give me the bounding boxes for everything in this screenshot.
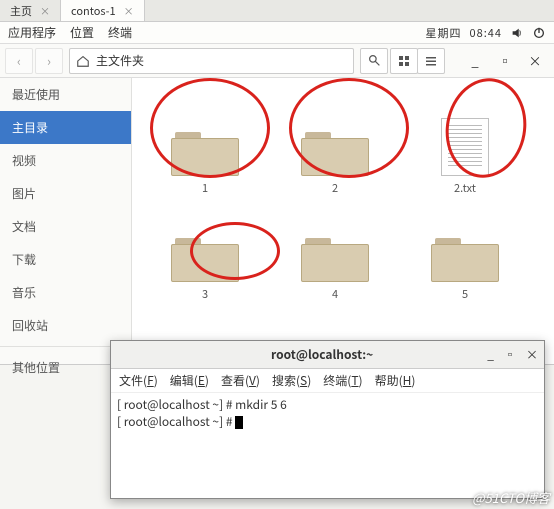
folder-item[interactable]: 1: [140, 90, 270, 196]
list-icon: [425, 55, 437, 67]
folder-item[interactable]: 3: [140, 196, 270, 302]
term-menu-terminal[interactable]: 终端(T): [323, 372, 362, 389]
sidebar-item-pictures[interactable]: 图片: [0, 177, 131, 210]
folder-item[interactable]: 2: [270, 90, 400, 196]
file-label: 4: [332, 286, 338, 302]
file-toolbar: ‹ › 主文件夹 _ ▫ ×: [0, 44, 554, 78]
window-close-button[interactable]: ×: [521, 48, 549, 74]
home-icon: [76, 54, 90, 68]
clock-time: 08:44: [470, 25, 502, 41]
menu-places[interactable]: 位置: [70, 24, 94, 41]
file-grid: 1 2 2.txt 3 4 5: [132, 78, 554, 364]
sidebar-item-downloads[interactable]: 下载: [0, 243, 131, 276]
folder-icon: [171, 234, 239, 282]
folder-icon: [301, 234, 369, 282]
sidebar-item-videos[interactable]: 视频: [0, 144, 131, 177]
sidebar-item-home[interactable]: 主目录: [0, 111, 131, 144]
terminal-cursor: [235, 416, 243, 429]
text-file-icon: [441, 118, 489, 176]
terminal-maximize-button[interactable]: ▫: [504, 346, 516, 363]
view-list-button[interactable]: [417, 48, 445, 74]
sidebar-item-trash[interactable]: 回收站: [0, 309, 131, 342]
close-icon[interactable]: ×: [124, 3, 134, 18]
sidebar-item-music[interactable]: 音乐: [0, 276, 131, 309]
term-menu-edit[interactable]: 编辑(E): [170, 372, 209, 389]
terminal-window: root@localhost:~ _ ▫ × 文件(F) 编辑(E) 查看(V)…: [110, 340, 545, 499]
browser-tabbar: 主页 × contos-1 ×: [0, 0, 554, 22]
window-maximize-button[interactable]: ▫: [491, 48, 519, 74]
view-grid-button[interactable]: [390, 48, 418, 74]
file-label: 5: [462, 286, 468, 302]
path-bar[interactable]: 主文件夹: [69, 48, 354, 74]
file-label: 2.txt: [454, 180, 476, 196]
folder-icon: [301, 128, 369, 176]
tab-label: contos-1: [71, 3, 116, 19]
volume-icon[interactable]: [510, 26, 524, 40]
path-label: 主文件夹: [96, 52, 144, 69]
folder-item[interactable]: 5: [400, 196, 530, 302]
terminal-line: [ root@localhost ~] #: [117, 413, 235, 430]
file-item[interactable]: 2.txt: [400, 90, 530, 196]
menu-terminal[interactable]: 终端: [108, 24, 132, 41]
term-menu-view[interactable]: 查看(V): [221, 372, 260, 389]
grid-icon: [398, 55, 410, 67]
file-label: 3: [202, 286, 208, 302]
tab-contos-1[interactable]: contos-1 ×: [61, 0, 145, 21]
file-label: 1: [202, 180, 208, 196]
folder-icon: [431, 234, 499, 282]
folder-icon: [171, 128, 239, 176]
terminal-line: [ root@localhost ~] # mkdir 5 6: [117, 396, 287, 413]
terminal-body[interactable]: [ root@localhost ~] # mkdir 5 6 [ root@l…: [111, 393, 544, 498]
term-menu-search[interactable]: 搜索(S): [272, 372, 311, 389]
terminal-minimize-button[interactable]: _: [487, 346, 494, 363]
back-button[interactable]: ‹: [5, 48, 33, 74]
terminal-menubar: 文件(F) 编辑(E) 查看(V) 搜索(S) 终端(T) 帮助(H): [111, 369, 544, 393]
terminal-titlebar[interactable]: root@localhost:~ _ ▫ ×: [111, 341, 544, 369]
sidebar-item-documents[interactable]: 文档: [0, 210, 131, 243]
menu-applications[interactable]: 应用程序: [8, 24, 56, 41]
tab-home[interactable]: 主页 ×: [0, 0, 61, 21]
file-label: 2: [332, 180, 338, 196]
term-menu-file[interactable]: 文件(F): [119, 372, 158, 389]
sidebar: 最近使用 主目录 视频 图片 文档 下载 音乐 回收站 其他位置: [0, 78, 132, 364]
watermark: @51CTO博客: [472, 488, 550, 507]
folder-item[interactable]: 4: [270, 196, 400, 302]
terminal-close-button[interactable]: ×: [526, 346, 538, 363]
window-minimize-button[interactable]: _: [461, 48, 489, 74]
clock-day: 星期四: [426, 25, 462, 41]
search-icon: [368, 54, 381, 67]
desktop-menubar: 应用程序 位置 终端 星期四 08:44: [0, 22, 554, 44]
tab-label: 主页: [10, 3, 32, 19]
terminal-title: root@localhost:~: [157, 346, 487, 363]
search-button[interactable]: [360, 48, 388, 74]
term-menu-help[interactable]: 帮助(H): [375, 372, 416, 389]
close-icon[interactable]: ×: [40, 3, 50, 18]
sidebar-item-recent[interactable]: 最近使用: [0, 78, 131, 111]
forward-button[interactable]: ›: [35, 48, 63, 74]
power-icon[interactable]: [532, 26, 546, 40]
file-manager: 最近使用 主目录 视频 图片 文档 下载 音乐 回收站 其他位置 1 2 2.t…: [0, 78, 554, 365]
